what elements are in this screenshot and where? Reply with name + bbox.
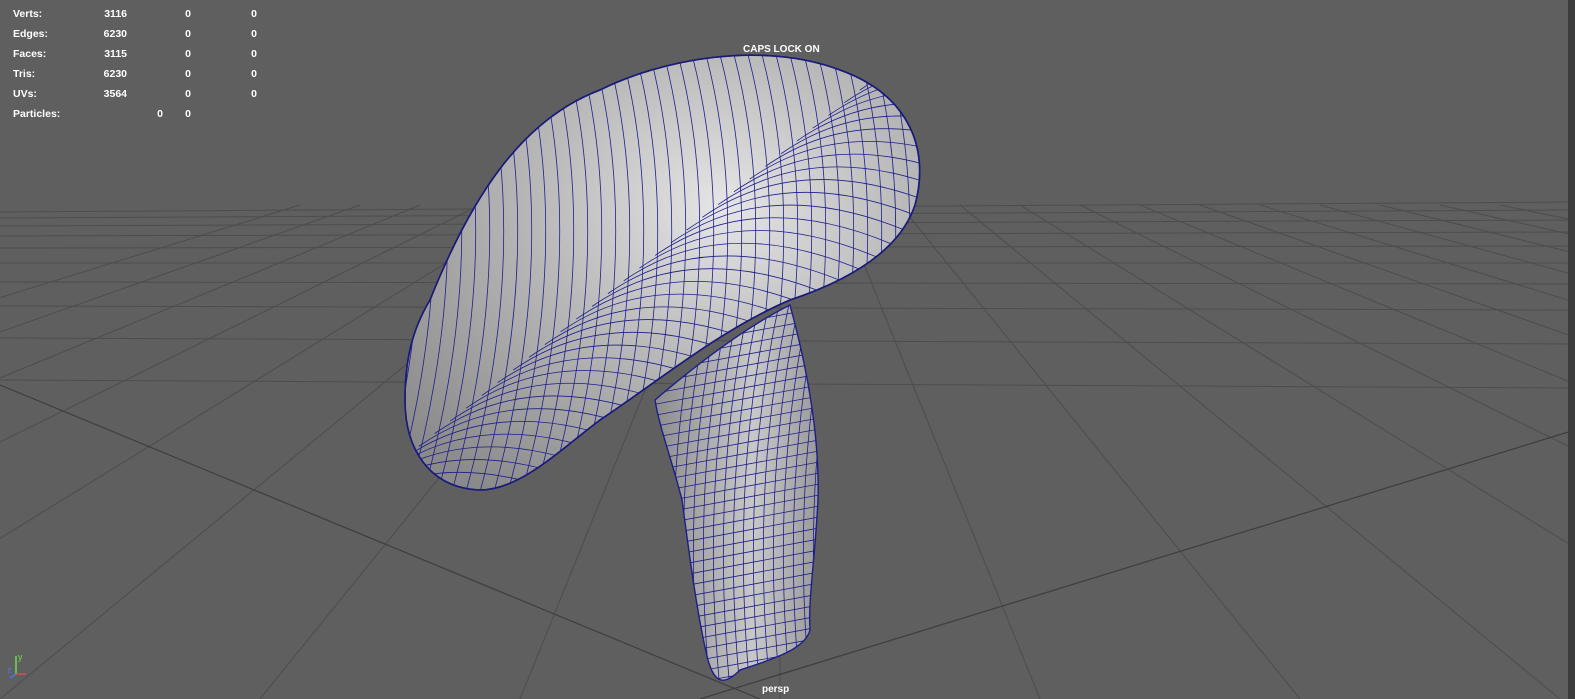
hud-extra: 0 — [251, 8, 257, 20]
camera-label[interactable]: persp — [762, 684, 789, 695]
hud-total: 6230 — [103, 68, 127, 80]
poly-count-hud: Verts: 3116 0 0 Edges: 6230 0 0 Faces: 3… — [13, 4, 273, 124]
hud-label: Edges: — [13, 28, 49, 40]
wire-edge — [405, 55, 421, 491]
hud-row-uvs: UVs: 3564 0 0 — [13, 84, 273, 104]
hud-extra: 0 — [251, 28, 257, 40]
hud-label: Tris: — [13, 68, 36, 80]
hud-selected: 0 — [185, 88, 191, 100]
hud-selected: 0 — [185, 28, 191, 40]
hud-particles-b: 0 — [185, 108, 191, 120]
hud-total: 3564 — [103, 88, 127, 100]
hud-extra: 0 — [251, 48, 257, 60]
hud-particles-a: 0 — [157, 108, 163, 120]
wire-edge — [655, 679, 819, 681]
hud-label: Faces: — [13, 48, 47, 60]
hud-total: 3116 — [104, 8, 127, 20]
hud-row-verts: Verts: 3116 0 0 — [13, 4, 273, 24]
hud-selected: 0 — [185, 68, 191, 80]
hud-row-tris: Tris: 6230 0 0 — [13, 64, 273, 84]
hud-row-faces: Faces: 3115 0 0 — [13, 44, 273, 64]
wire-edge — [859, 55, 920, 91]
hud-row-particles: Particles: 0 0 — [13, 104, 273, 124]
hud-selected: 0 — [185, 8, 191, 20]
axis-z-label: z — [7, 665, 12, 675]
axis-y-label: y — [18, 652, 23, 662]
hud-total: 6230 — [103, 28, 127, 40]
hud-label: Verts: — [13, 8, 43, 20]
wire-edge — [405, 55, 407, 491]
hud-extra: 0 — [251, 88, 257, 100]
hud-label: UVs: — [13, 88, 37, 100]
viewport-edge-strip — [1568, 0, 1575, 699]
hud-total: 3115 — [104, 48, 127, 60]
hud-selected: 0 — [185, 48, 191, 60]
hud-row-edges: Edges: 6230 0 0 — [13, 24, 273, 44]
caps-lock-indicator: CAPS LOCK ON — [743, 44, 820, 55]
perspective-viewport[interactable]: Verts: 3116 0 0 Edges: 6230 0 0 Faces: 3… — [0, 0, 1575, 699]
hud-label: Particles: — [13, 108, 61, 120]
hud-extra: 0 — [251, 68, 257, 80]
wire-edge — [905, 55, 920, 491]
axis-gizmo-icon: y z — [7, 652, 26, 679]
wire-edge — [823, 300, 850, 690]
